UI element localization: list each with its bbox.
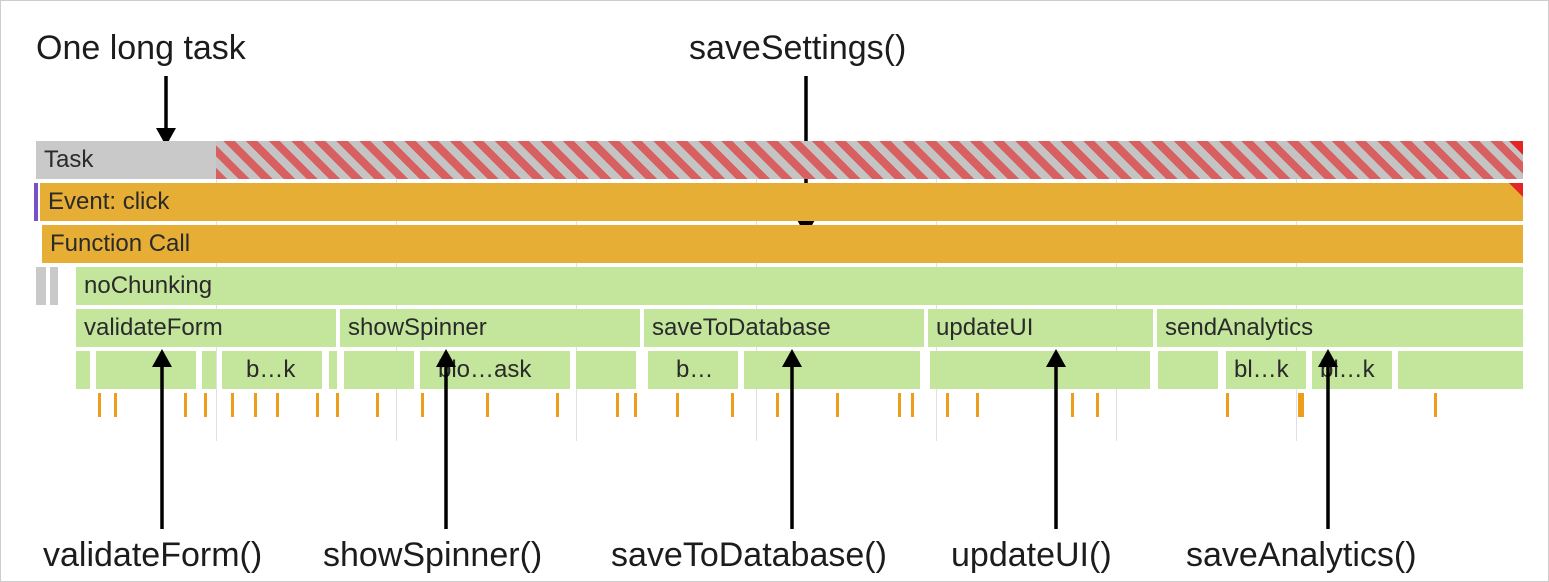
row-ticks: [36, 393, 1523, 427]
bar-micro-bk1: b…k: [222, 351, 322, 389]
bar-event-click: Event: click: [40, 183, 1523, 221]
row-event: Event: click: [36, 183, 1523, 221]
bar-micro-b: b…: [648, 351, 738, 389]
annotation-save-analytics: saveAnalytics(): [1186, 536, 1417, 575]
annotation-save-to-database: saveToDatabase(): [611, 536, 887, 575]
bar-no-chunking: noChunking: [76, 267, 1523, 305]
row-micro: b…k blo…ask b… bl…k bl…k: [36, 351, 1523, 389]
bar-send-analytics: sendAnalytics: [1157, 309, 1523, 347]
bar-task-long: [216, 141, 1523, 179]
bar-update-ui: updateUI: [928, 309, 1153, 347]
arrow-one-long-task: [151, 76, 181, 146]
bar-micro-bloask: blo…ask: [420, 351, 570, 389]
bar-micro-blk1: bl…k: [1226, 351, 1306, 389]
diagram-container: One long task saveSettings() Task Event:…: [1, 1, 1548, 581]
annotation-show-spinner: showSpinner(): [323, 536, 542, 575]
gray-stub: [36, 267, 46, 305]
bar-show-spinner: showSpinner: [340, 309, 640, 347]
annotation-save-settings: saveSettings(): [689, 29, 906, 68]
bar-micro-blk2: bl…k: [1312, 351, 1392, 389]
annotation-update-ui: updateUI(): [951, 536, 1112, 575]
row-function-call: Function Call: [36, 225, 1523, 263]
bar-function-call: Function Call: [42, 225, 1523, 263]
row-task: Task: [36, 141, 1523, 179]
bar-task-label: Task: [36, 141, 216, 179]
gray-stub: [50, 267, 58, 305]
red-triangle-icon: [1509, 141, 1523, 155]
purple-marker: [34, 183, 38, 221]
flame-graph: Task Event: click Function Call noChunki…: [36, 141, 1523, 427]
annotation-one-long-task: One long task: [36, 29, 246, 68]
bar-validate-form: validateForm: [76, 309, 336, 347]
row-children: validateForm showSpinner saveToDatabase …: [36, 309, 1523, 347]
row-no-chunking: noChunking: [36, 267, 1523, 305]
annotation-validate-form: validateForm(): [43, 536, 262, 575]
bar-save-to-database: saveToDatabase: [644, 309, 924, 347]
red-triangle-icon: [1509, 183, 1523, 197]
